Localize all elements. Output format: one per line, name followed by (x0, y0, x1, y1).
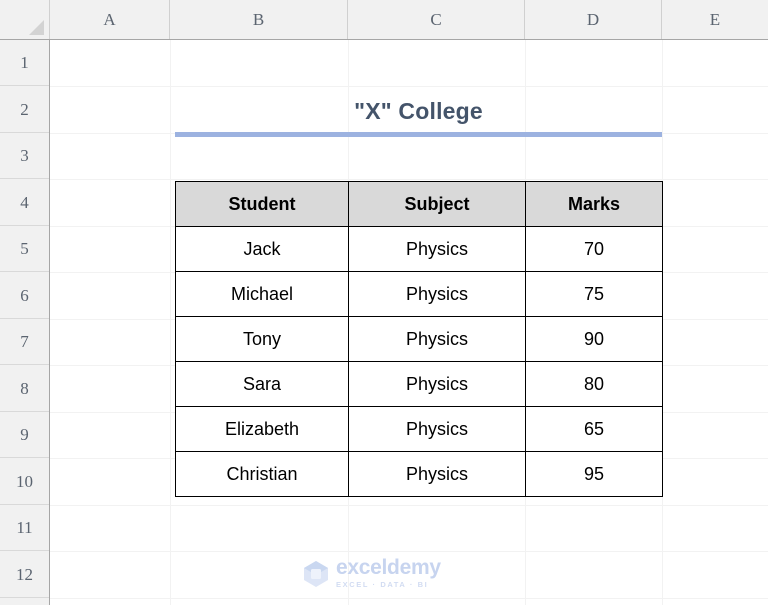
gridline-horizontal (50, 179, 768, 180)
cell-subject[interactable]: Physics (348, 406, 526, 452)
table-row: Michael Physics 75 (175, 271, 663, 317)
cell-marks[interactable]: 90 (525, 316, 663, 362)
exceldemy-cube-logo-icon (304, 561, 328, 587)
row-header-10[interactable]: 10 (0, 458, 49, 505)
cell-student[interactable]: Michael (175, 271, 349, 317)
table-row: Tony Physics 90 (175, 316, 663, 362)
watermark-tagline: EXCEL · DATA · BI (336, 580, 429, 589)
column-header-student[interactable]: Student (175, 181, 349, 227)
column-header-e[interactable]: E (662, 0, 768, 39)
row-header-9[interactable]: 9 (0, 412, 49, 458)
row-header-6[interactable]: 6 (0, 272, 49, 319)
column-header-c[interactable]: C (348, 0, 525, 39)
row-header-8[interactable]: 8 (0, 365, 49, 412)
title-underline-rule (175, 132, 662, 137)
column-header-subject[interactable]: Subject (348, 181, 526, 227)
sheet-title-text: "X" College (354, 98, 483, 124)
sheet-title[interactable]: "X" College (175, 96, 662, 126)
cell-student[interactable]: Elizabeth (175, 406, 349, 452)
cell-marks[interactable]: 75 (525, 271, 663, 317)
gridline-vertical (170, 40, 171, 605)
column-header-strip: A B C D E (0, 0, 768, 40)
exceldemy-watermark: exceldemy EXCEL · DATA · BI (303, 557, 473, 591)
table-row: Christian Physics 95 (175, 451, 663, 497)
column-header-b[interactable]: B (170, 0, 348, 39)
column-header-d[interactable]: D (525, 0, 662, 39)
row-header-7[interactable]: 7 (0, 319, 49, 365)
column-header-a[interactable]: A (50, 0, 170, 39)
cell-student[interactable]: Sara (175, 361, 349, 407)
row-header-5[interactable]: 5 (0, 226, 49, 272)
cell-marks[interactable]: 70 (525, 226, 663, 272)
row-header-2[interactable]: 2 (0, 86, 49, 133)
gridline-horizontal (50, 86, 768, 87)
select-all-corner-button[interactable] (0, 0, 50, 39)
gridline-horizontal (50, 551, 768, 552)
cell-subject[interactable]: Physics (348, 316, 526, 362)
row-header-11[interactable]: 11 (0, 505, 49, 551)
cell-subject[interactable]: Physics (348, 226, 526, 272)
row-header-3[interactable]: 3 (0, 133, 49, 179)
table-row: Jack Physics 70 (175, 226, 663, 272)
cell-student[interactable]: Jack (175, 226, 349, 272)
column-header-marks[interactable]: Marks (525, 181, 663, 227)
row-header-4[interactable]: 4 (0, 179, 49, 226)
watermark-text: exceldemy EXCEL · DATA · BI (336, 556, 441, 590)
cell-student[interactable]: Christian (175, 451, 349, 497)
table-row: Sara Physics 80 (175, 361, 663, 407)
table-row: Elizabeth Physics 65 (175, 406, 663, 452)
marks-table[interactable]: Student Subject Marks Jack Physics 70 Mi… (175, 181, 663, 497)
gridline-horizontal (50, 598, 768, 599)
row-header-12[interactable]: 12 (0, 551, 49, 598)
cell-marks[interactable]: 95 (525, 451, 663, 497)
row-header-strip: 1 2 3 4 5 6 7 8 9 10 11 12 (0, 40, 50, 605)
watermark-brand-name: exceldemy (336, 556, 441, 579)
select-all-triangle-icon (29, 20, 44, 35)
cell-student[interactable]: Tony (175, 316, 349, 362)
spreadsheet-canvas: "X" College Student Subject Marks Jack P… (0, 0, 768, 605)
gridline-horizontal (50, 505, 768, 506)
table-header-row: Student Subject Marks (175, 181, 663, 227)
cell-marks[interactable]: 80 (525, 361, 663, 407)
cell-marks[interactable]: 65 (525, 406, 663, 452)
cell-subject[interactable]: Physics (348, 361, 526, 407)
row-header-1[interactable]: 1 (0, 40, 49, 86)
cell-subject[interactable]: Physics (348, 271, 526, 317)
cell-subject[interactable]: Physics (348, 451, 526, 497)
